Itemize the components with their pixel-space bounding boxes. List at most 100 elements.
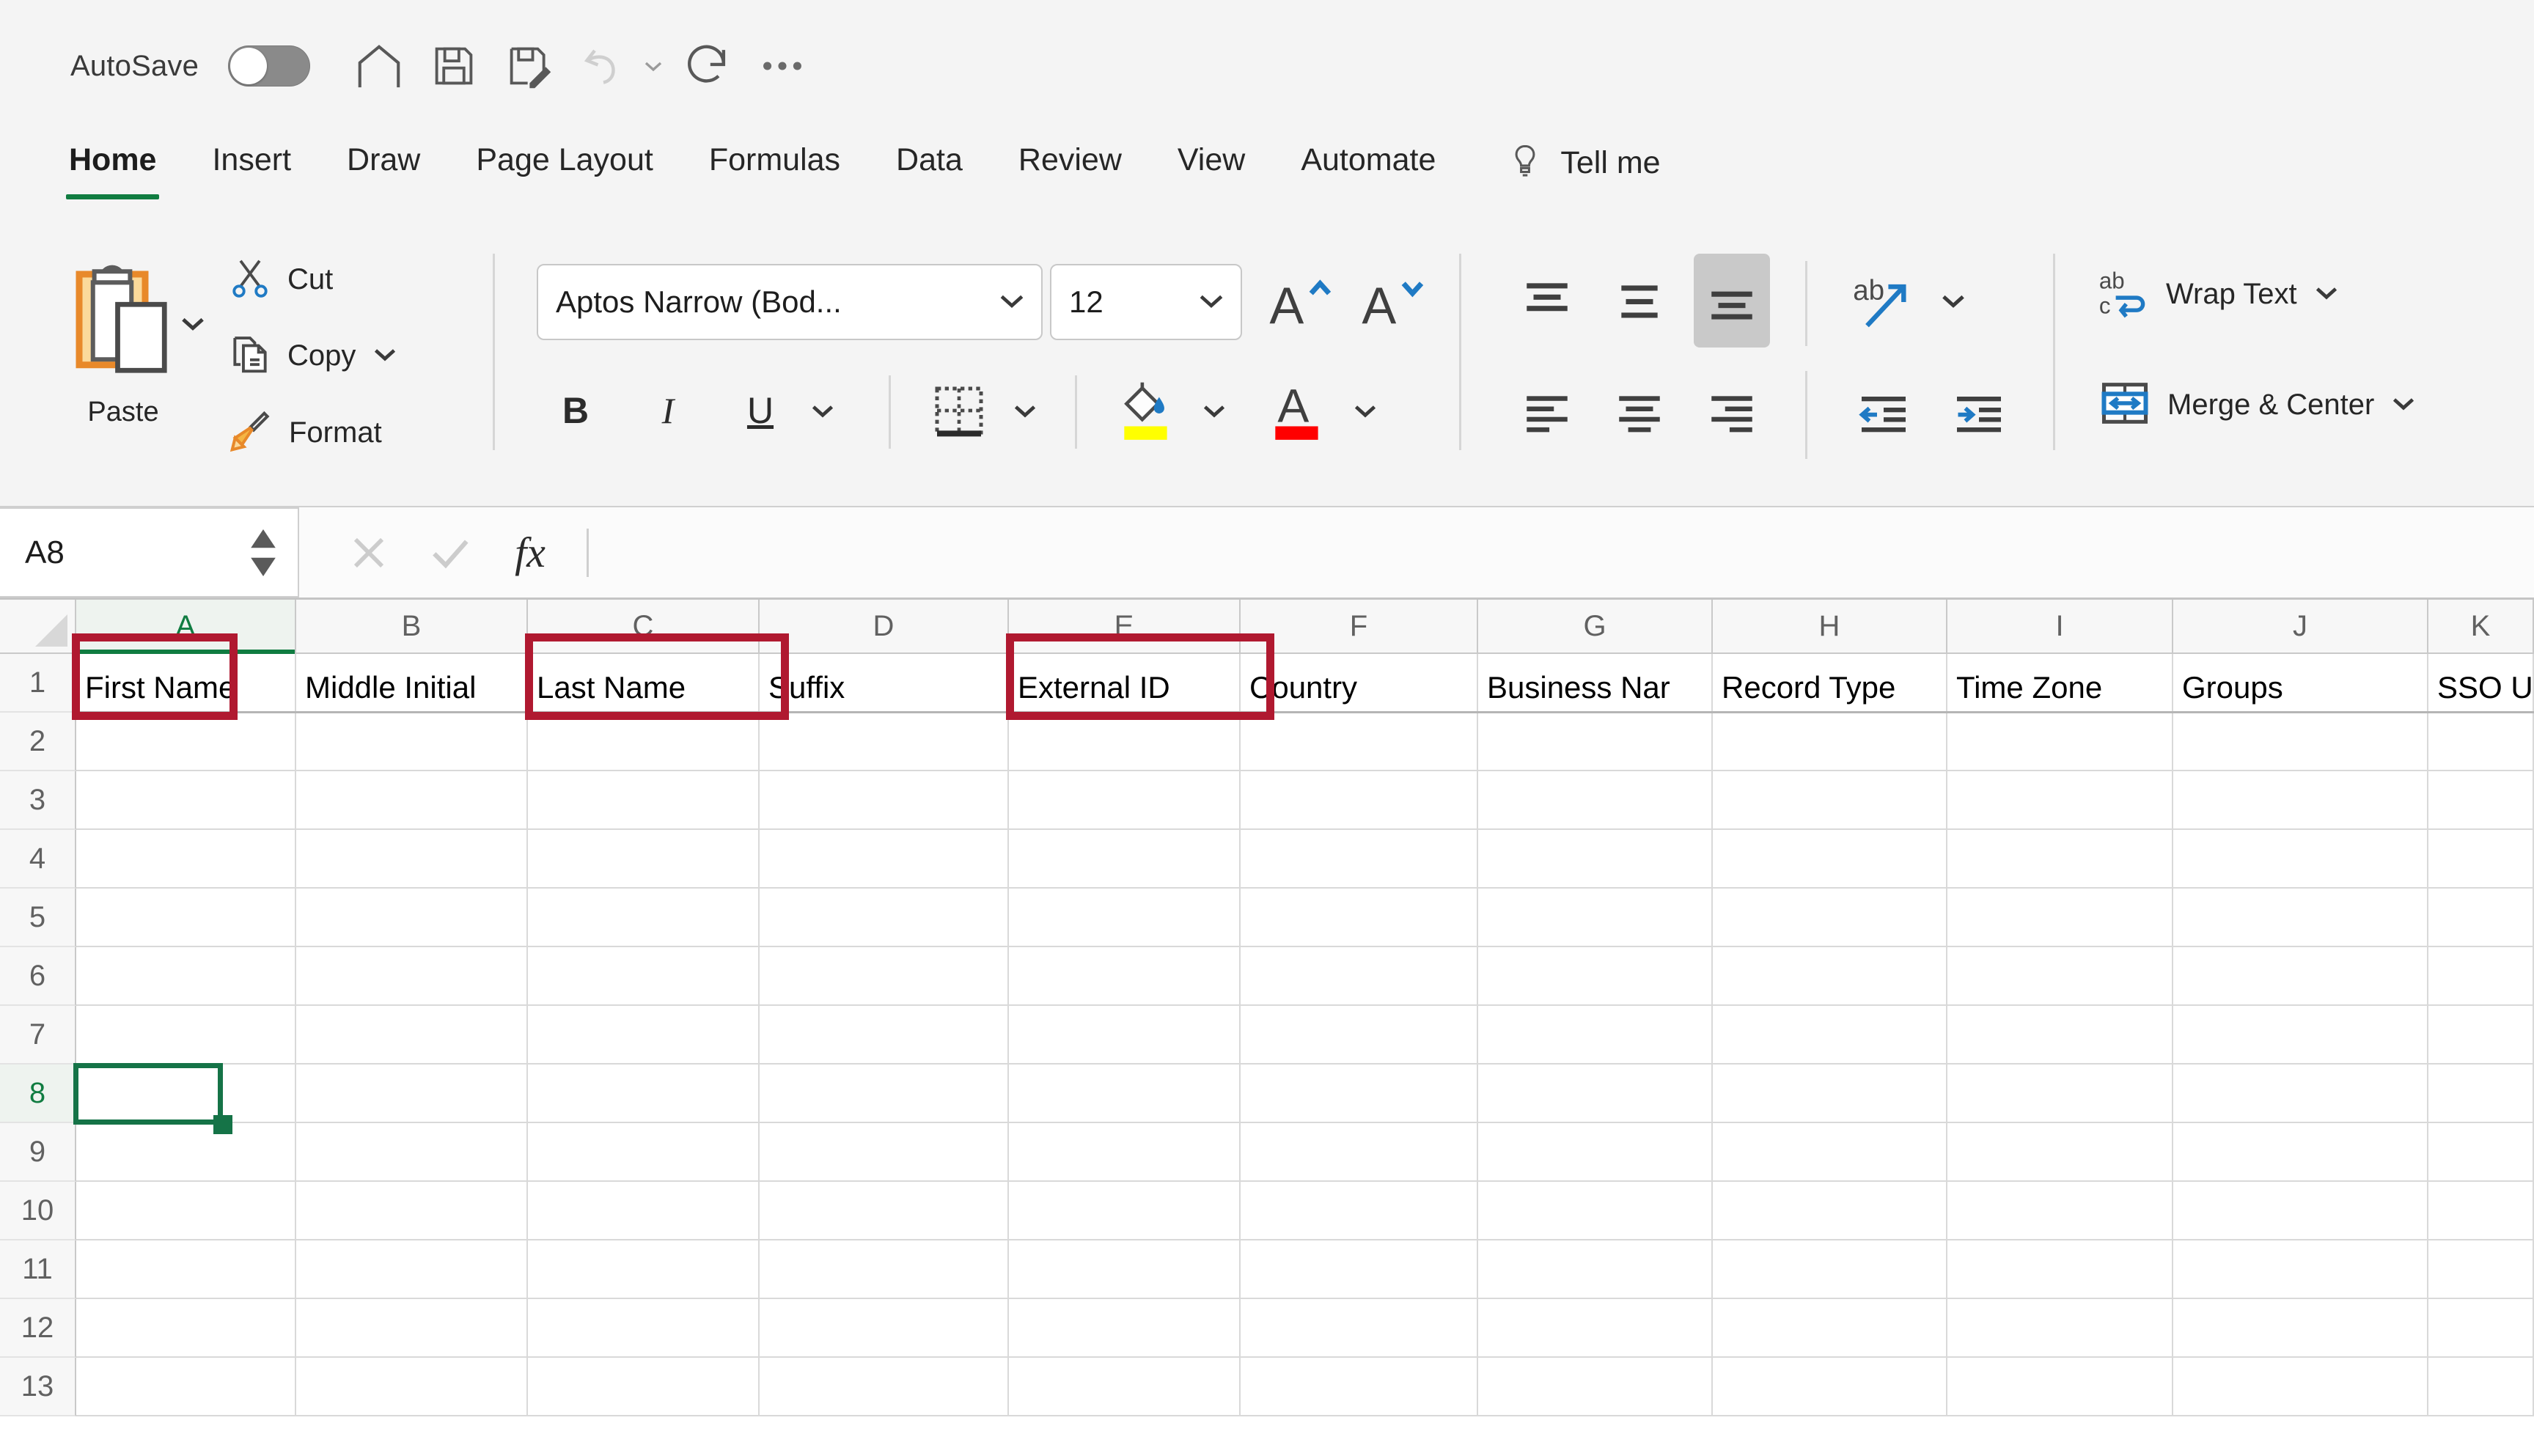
cell-k3[interactable]	[2428, 771, 2534, 830]
cell-g8[interactable]	[1478, 1065, 1713, 1123]
cell-g2[interactable]	[1478, 713, 1713, 771]
copy-button[interactable]: Copy	[227, 331, 400, 380]
cell-f1[interactable]: Country	[1241, 654, 1478, 713]
cell-g11[interactable]	[1478, 1240, 1713, 1299]
row-header-10[interactable]: 10	[0, 1182, 76, 1240]
cell-a3[interactable]	[76, 771, 296, 830]
cell-c3[interactable]	[528, 771, 760, 830]
align-bottom-button[interactable]	[1694, 254, 1770, 348]
cell-j1[interactable]: Groups	[2173, 654, 2428, 713]
cell-f11[interactable]	[1241, 1240, 1478, 1299]
cell-j11[interactable]	[2173, 1240, 2428, 1299]
cell-j2[interactable]	[2173, 713, 2428, 771]
cell-f10[interactable]	[1241, 1182, 1478, 1240]
cell-g10[interactable]	[1478, 1182, 1713, 1240]
cell-e4[interactable]	[1009, 830, 1241, 889]
align-right-button[interactable]	[1694, 374, 1770, 455]
cell-e10[interactable]	[1009, 1182, 1241, 1240]
cell-i6[interactable]	[1947, 947, 2173, 1006]
copy-chevron-down-icon[interactable]	[370, 339, 400, 372]
cell-h11[interactable]	[1713, 1240, 1947, 1299]
cell-k5[interactable]	[2428, 889, 2534, 947]
cell-c10[interactable]	[528, 1182, 760, 1240]
cell-c5[interactable]	[528, 889, 760, 947]
align-top-button[interactable]	[1509, 261, 1585, 342]
column-header-g[interactable]: G	[1478, 600, 1713, 654]
undo-icon[interactable]	[568, 31, 639, 101]
home-icon[interactable]	[344, 31, 414, 101]
cancel-entry-button[interactable]	[328, 506, 409, 600]
cell-k4[interactable]	[2428, 830, 2534, 889]
cell-k6[interactable]	[2428, 947, 2534, 1006]
tab-home[interactable]: Home	[41, 132, 184, 208]
cell-i10[interactable]	[1947, 1182, 2173, 1240]
cell-a4[interactable]	[76, 830, 296, 889]
cell-f6[interactable]	[1241, 947, 1478, 1006]
row-header-1[interactable]: 1	[0, 654, 76, 713]
cell-b5[interactable]	[296, 889, 528, 947]
cell-i5[interactable]	[1947, 889, 2173, 947]
row-header-13[interactable]: 13	[0, 1358, 76, 1416]
name-box-spinner[interactable]	[251, 529, 298, 576]
increase-font-size-button[interactable]: A	[1260, 261, 1339, 342]
cell-j13[interactable]	[2173, 1358, 2428, 1416]
cell-e8[interactable]	[1009, 1065, 1241, 1123]
borders-chevron-down-icon[interactable]	[1002, 375, 1049, 446]
text-orientation-chevron-down-icon[interactable]	[1930, 264, 1977, 337]
cell-d9[interactable]	[760, 1123, 1009, 1182]
cell-d12[interactable]	[760, 1299, 1009, 1358]
cell-j10[interactable]	[2173, 1182, 2428, 1240]
cell-d2[interactable]	[760, 713, 1009, 771]
confirm-entry-button[interactable]	[409, 506, 490, 600]
row-header-5[interactable]: 5	[0, 889, 76, 947]
cell-d7[interactable]	[760, 1006, 1009, 1065]
tab-review[interactable]: Review	[991, 132, 1150, 208]
cell-d8[interactable]	[760, 1065, 1009, 1123]
fill-color-chevron-down-icon[interactable]	[1191, 375, 1238, 446]
cell-e1[interactable]: External ID	[1009, 654, 1241, 713]
wrap-text-button[interactable]: ab c Wrap Text	[2097, 265, 2341, 323]
cell-g9[interactable]	[1478, 1123, 1713, 1182]
cell-a13[interactable]	[76, 1358, 296, 1416]
cell-i9[interactable]	[1947, 1123, 2173, 1182]
cell-h8[interactable]	[1713, 1065, 1947, 1123]
align-center-button[interactable]	[1601, 374, 1678, 455]
column-header-i[interactable]: I	[1947, 600, 2173, 654]
font-size-combobox[interactable]: 12	[1050, 264, 1242, 340]
cell-e13[interactable]	[1009, 1358, 1241, 1416]
cell-d13[interactable]	[760, 1358, 1009, 1416]
cell-d11[interactable]	[760, 1240, 1009, 1299]
cell-d1[interactable]: Suffix	[760, 654, 1009, 713]
cell-f12[interactable]	[1241, 1299, 1478, 1358]
cell-b2[interactable]	[296, 713, 528, 771]
decrease-font-size-button[interactable]: A	[1352, 261, 1431, 342]
merge-center-chevron-down-icon[interactable]	[2389, 389, 2418, 422]
cell-e2[interactable]	[1009, 713, 1241, 771]
cell-d5[interactable]	[760, 889, 1009, 947]
tab-draw[interactable]: Draw	[319, 132, 448, 208]
tab-page-layout[interactable]: Page Layout	[448, 132, 680, 208]
cell-k8[interactable]	[2428, 1065, 2534, 1123]
cell-c1[interactable]: Last Name	[528, 654, 760, 713]
cell-g1[interactable]: Business Nar	[1478, 654, 1713, 713]
cell-d4[interactable]	[760, 830, 1009, 889]
row-header-3[interactable]: 3	[0, 771, 76, 830]
name-box[interactable]: A8	[0, 507, 299, 598]
font-size-chevron-down-icon[interactable]	[1195, 284, 1227, 320]
cell-e7[interactable]	[1009, 1006, 1241, 1065]
cell-b11[interactable]	[296, 1240, 528, 1299]
cell-f9[interactable]	[1241, 1123, 1478, 1182]
cell-e6[interactable]	[1009, 947, 1241, 1006]
cell-b8[interactable]	[296, 1065, 528, 1123]
cell-g13[interactable]	[1478, 1358, 1713, 1416]
paste-chevron-down-icon[interactable]	[177, 308, 208, 342]
column-header-b[interactable]: B	[296, 600, 528, 654]
cell-g6[interactable]	[1478, 947, 1713, 1006]
select-all-button[interactable]	[0, 600, 76, 654]
cell-h1[interactable]: Record Type	[1713, 654, 1947, 713]
cell-f2[interactable]	[1241, 713, 1478, 771]
column-header-d[interactable]: D	[760, 600, 1009, 654]
cell-j12[interactable]	[2173, 1299, 2428, 1358]
cell-j7[interactable]	[2173, 1006, 2428, 1065]
cell-h13[interactable]	[1713, 1358, 1947, 1416]
